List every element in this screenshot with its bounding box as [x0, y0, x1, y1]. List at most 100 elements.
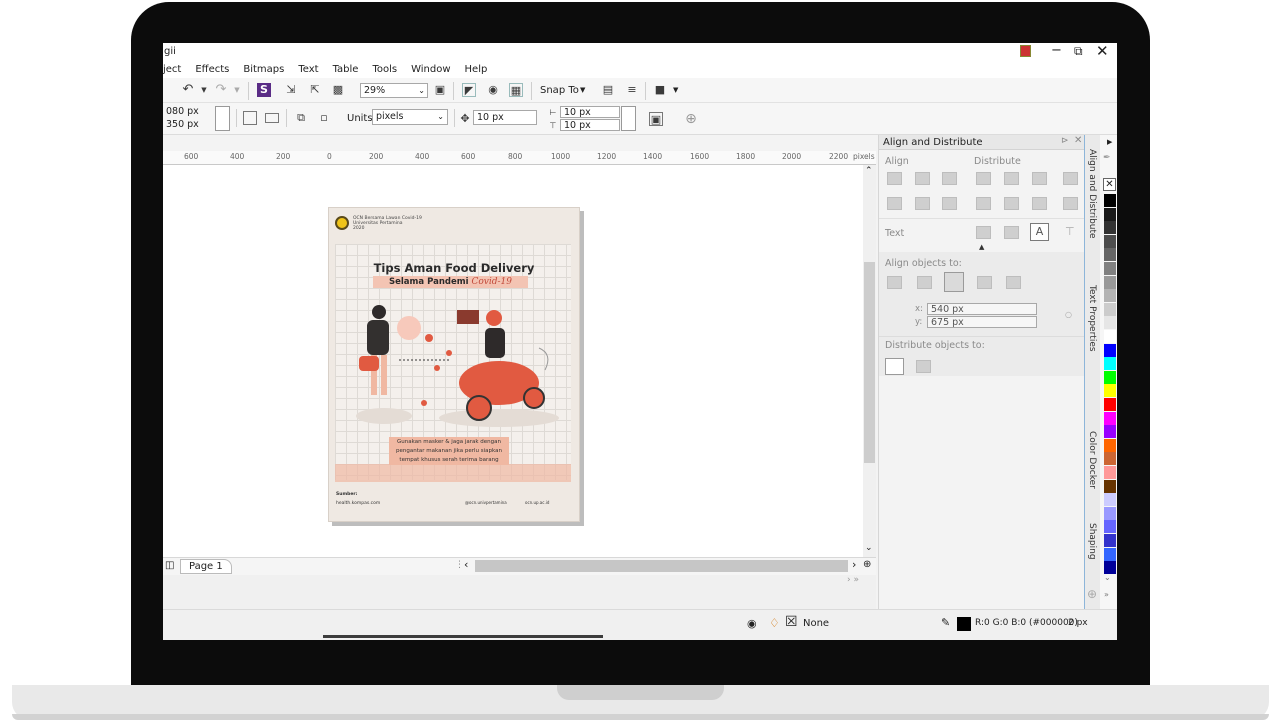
color-swatch[interactable] [1104, 357, 1116, 371]
fill-bucket-icon[interactable]: ♢ [769, 616, 780, 630]
zoom-page-icon[interactable]: ▣ [433, 83, 447, 97]
add-icon[interactable]: ⊕ [684, 112, 698, 126]
color-swatch[interactable] [1104, 221, 1116, 235]
text-last-line-icon[interactable] [1004, 226, 1019, 239]
color-swatch[interactable] [1104, 452, 1116, 466]
color-swatch[interactable] [1104, 534, 1116, 547]
color-swatch[interactable] [1104, 425, 1116, 439]
distribute-left-icon[interactable] [976, 172, 991, 185]
color-swatch[interactable] [1104, 479, 1116, 493]
menu-bitmaps[interactable]: Bitmaps [243, 64, 284, 75]
palette-down-icon[interactable]: ⌄ [1104, 573, 1111, 582]
drawing-canvas[interactable]: OCN Bersama Lawan Covid-19 Universitas P… [163, 165, 863, 557]
distribute-spacing-v-icon[interactable] [1063, 197, 1078, 210]
text-first-line-icon[interactable] [976, 226, 991, 239]
publish-pdf-icon[interactable]: ▩ [331, 83, 345, 97]
y-position-field[interactable]: 675 px [927, 316, 1037, 328]
units-select[interactable]: pixels ⌄ [372, 109, 448, 125]
export-icon[interactable]: ⇱ [308, 83, 322, 97]
distribute-spacing-h-icon[interactable] [1063, 172, 1078, 185]
color-swatch[interactable] [1104, 547, 1116, 561]
current-page-icon[interactable]: ▫ [317, 111, 331, 125]
align-center-v-icon[interactable] [915, 197, 930, 210]
page-center-icon[interactable] [944, 272, 964, 292]
color-swatch[interactable] [1104, 411, 1116, 425]
launch-icon[interactable]: ■ [653, 83, 667, 97]
show-grid-icon[interactable]: ▦ [509, 83, 523, 97]
active-objects-icon[interactable] [887, 276, 902, 289]
docker-close-icon[interactable]: ✕ [1074, 135, 1082, 146]
color-swatch[interactable] [1104, 330, 1116, 343]
scroll-down-icon[interactable]: ⌄ [865, 543, 873, 553]
page-extent-icon[interactable] [916, 360, 931, 373]
minimize-icon[interactable]: − [1051, 43, 1062, 58]
more-icon[interactable]: › » [847, 575, 859, 585]
color-swatch[interactable] [1104, 438, 1116, 452]
scroll-up-icon[interactable]: ⌃ [865, 166, 873, 176]
nudge-distance-field[interactable]: 10 px [473, 110, 537, 125]
outline-pen-icon[interactable]: ✎ [941, 616, 950, 629]
scroll-right-icon[interactable]: › [852, 558, 856, 571]
add-page-icon[interactable]: ◫ [165, 560, 174, 571]
user-icon[interactable] [1020, 45, 1031, 57]
search-content-icon[interactable]: S [257, 83, 271, 97]
duplicate-stepper[interactable] [621, 106, 636, 131]
color-swatch[interactable] [1104, 234, 1116, 248]
color-swatch[interactable] [1104, 493, 1116, 507]
portrait-icon[interactable] [243, 111, 257, 125]
horizontal-ruler[interactable]: 600 400 200 0 200 400 600 800 1000 1200 … [163, 151, 876, 165]
distribute-bottom-icon[interactable] [1032, 197, 1047, 210]
text-outline-icon[interactable]: ⊤ [1065, 225, 1075, 238]
color-swatch[interactable] [1104, 398, 1116, 411]
docker-expand-icon[interactable]: ⊳ [1061, 136, 1069, 146]
no-color-swatch[interactable]: ✕ [1103, 178, 1116, 191]
menu-tools[interactable]: Tools [372, 64, 397, 75]
zoom-level-field[interactable]: 29% ⌄ [360, 83, 428, 98]
color-swatch[interactable] [1104, 520, 1116, 534]
color-swatch[interactable] [1104, 506, 1116, 520]
lock-icon[interactable]: ○ [1065, 310, 1072, 319]
snap-to-dropdown-icon[interactable]: ▼ [580, 86, 585, 94]
color-swatch[interactable] [1104, 275, 1116, 289]
tab-shaping[interactable]: Shaping [1087, 523, 1097, 560]
align-left-icon[interactable] [887, 172, 902, 185]
treat-as-filled-icon[interactable]: ▣ [649, 112, 663, 126]
menu-table[interactable]: Table [333, 64, 359, 75]
scroll-left-icon[interactable]: ‹ [464, 558, 468, 571]
page-size-stepper[interactable] [215, 106, 230, 131]
distribute-middle-icon[interactable] [1004, 197, 1019, 210]
color-swatch[interactable] [1104, 262, 1116, 275]
tab-align-distribute[interactable]: Align and Distribute [1087, 149, 1097, 239]
color-swatch[interactable] [1104, 248, 1116, 262]
add-docker-icon[interactable]: ⊕ [1087, 587, 1097, 601]
vertical-scroll-thumb[interactable] [864, 262, 875, 463]
color-swatch[interactable] [1104, 370, 1116, 384]
color-swatch[interactable] [1104, 207, 1116, 221]
import-icon[interactable]: ⇲ [284, 83, 298, 97]
color-swatch[interactable] [1104, 289, 1116, 303]
duplicate-y-field[interactable]: 10 px [560, 119, 620, 131]
align-bottom-icon[interactable] [942, 197, 957, 210]
tab-text-properties[interactable]: Text Properties [1087, 285, 1097, 352]
menu-window[interactable]: Window [411, 64, 450, 75]
color-swatch[interactable] [1104, 302, 1116, 316]
selection-extent-icon[interactable] [885, 358, 904, 375]
color-swatch[interactable] [1104, 316, 1116, 330]
align-center-h-icon[interactable] [915, 172, 930, 185]
restore-icon[interactable]: ⧉ [1074, 44, 1083, 59]
color-swatch[interactable] [1104, 194, 1116, 207]
options-icon[interactable]: ▤ [601, 83, 615, 97]
all-pages-icon[interactable]: ⧉ [294, 111, 308, 125]
redo-dropdown-icon[interactable]: ▼ [230, 83, 244, 97]
page-edge-icon[interactable] [917, 276, 932, 289]
distribute-top-icon[interactable] [976, 197, 991, 210]
menu-text[interactable]: Text [298, 64, 318, 75]
palette-scroll-icon[interactable]: ▶ [1107, 138, 1112, 146]
zoom-icon[interactable]: ⊕ [863, 559, 871, 570]
menu-effects[interactable]: Effects [195, 64, 229, 75]
page-width-field[interactable]: 080 px [163, 106, 213, 118]
align-guides-icon[interactable]: ≡ [625, 83, 639, 97]
color-swatch[interactable] [1104, 466, 1116, 479]
page-height-field[interactable]: 350 px [163, 119, 213, 131]
menu-help[interactable]: Help [465, 64, 488, 75]
